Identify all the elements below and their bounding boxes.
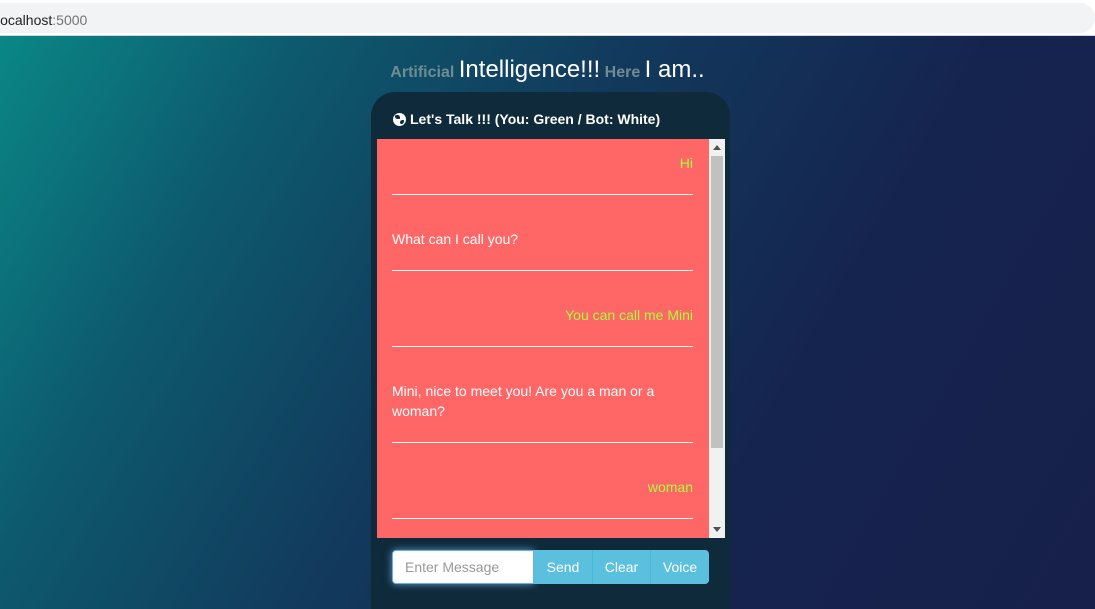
globe-icon (393, 112, 406, 126)
scroll-up-arrow-icon[interactable] (713, 145, 721, 150)
voice-button[interactable]: Voice (650, 550, 709, 584)
message-input[interactable] (392, 550, 534, 584)
send-button[interactable]: Send (534, 550, 592, 584)
chat-panel: Let's Talk !!! (You: Green / Bot: White)… (371, 92, 730, 609)
browser-address-bar: localhost:5000 (0, 0, 1095, 36)
scroll-thumb[interactable] (711, 156, 723, 448)
url-text[interactable]: localhost:5000 (0, 12, 87, 28)
bot-message: What can I call you? (392, 229, 693, 271)
heading-artificial: Artificial (390, 64, 455, 81)
chat-header: Let's Talk !!! (You: Green / Bot: White) (393, 109, 660, 129)
scroll-down-arrow-icon[interactable] (713, 527, 721, 532)
heading-intelligence: Intelligence!!! (458, 56, 601, 83)
heading-here: Here (604, 64, 641, 81)
page-heading: Artificial Intelligence!!! Here I am.. (0, 54, 1095, 89)
message-list[interactable]: Hi What can I call you? You can call me … (377, 139, 725, 538)
heading-i-am: I am.. (644, 56, 705, 83)
url-port: :5000 (52, 12, 88, 28)
url-field[interactable]: localhost:5000 (0, 3, 1095, 33)
bot-message: Mini, nice to meet you! Are you a man or… (392, 381, 693, 443)
user-message: Hi (392, 153, 693, 195)
user-message: woman (392, 477, 693, 519)
chat-title: Let's Talk !!! (You: Green / Bot: White) (410, 111, 661, 127)
clear-button[interactable]: Clear (592, 550, 650, 584)
message-input-row: Send Clear Voice (392, 550, 709, 584)
url-host: localhost (0, 12, 53, 28)
message-scrollbar[interactable] (709, 139, 725, 538)
user-message: You can call me Mini (392, 305, 693, 347)
